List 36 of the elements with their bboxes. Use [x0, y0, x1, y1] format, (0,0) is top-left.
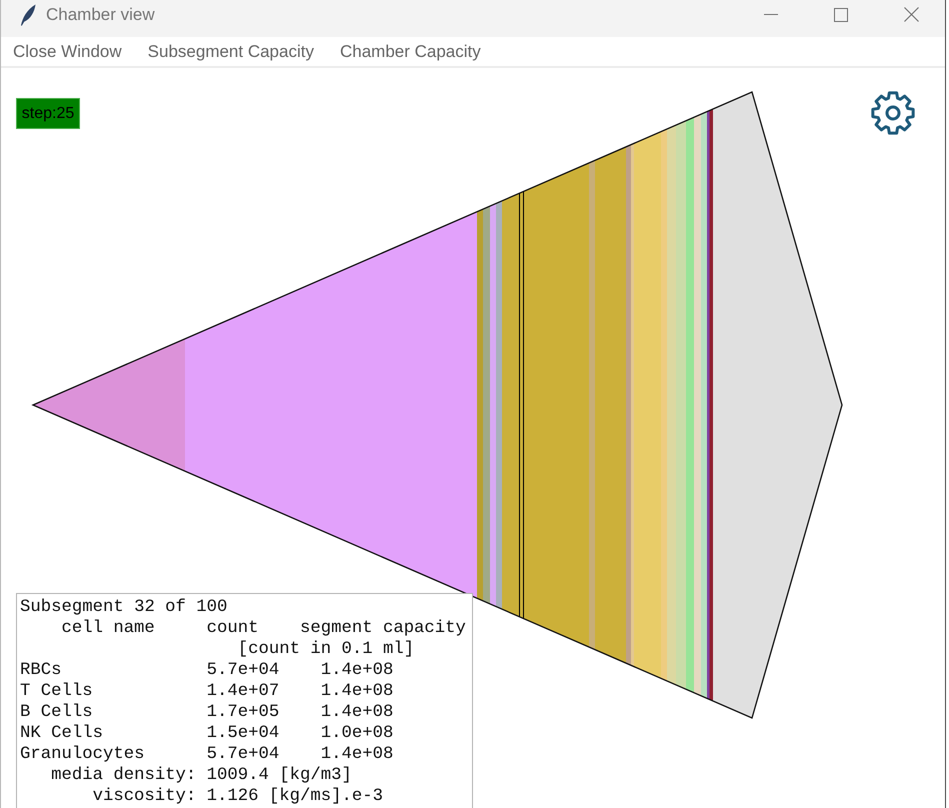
property-value: 1009.4 [kg/m3]	[206, 765, 352, 786]
cell-name: Granulocytes	[20, 744, 144, 765]
capacity-value: 1.0e+08	[320, 723, 394, 744]
window-title: Chamber view	[46, 4, 155, 24]
capacity-value: 1.4e+08	[320, 744, 394, 765]
menu-item[interactable]: Close Window	[3, 39, 132, 64]
count-value: 1.7e+05	[206, 702, 280, 723]
property-value: 1.126 [kg/ms].e-3	[206, 786, 383, 807]
count-value: 5.7e+04	[206, 660, 280, 681]
capacity-value: 1.4e+08	[320, 702, 394, 723]
cell-name: T Cells	[20, 681, 93, 702]
settings-icon[interactable]	[870, 90, 916, 136]
maximize-icon[interactable]	[834, 8, 848, 22]
property-label: media density:	[51, 765, 196, 786]
cell-name: B Cells	[20, 702, 93, 723]
minimize-icon[interactable]	[764, 14, 778, 15]
feather-icon	[20, 4, 36, 26]
menu-item[interactable]: Subsegment Capacity	[138, 39, 324, 64]
cell-name: RBCs	[20, 660, 62, 681]
capacity-value: 1.4e+08	[320, 660, 394, 681]
menu-item[interactable]: Chamber Capacity	[330, 39, 491, 64]
step-label: step:25	[16, 98, 80, 129]
column-header: count	[206, 618, 259, 639]
subsegment-title: Subsegment 32 of 100	[20, 597, 228, 618]
column-header: cell name	[61, 618, 155, 639]
close-icon[interactable]	[904, 7, 919, 22]
count-value: 5.7e+04	[206, 744, 280, 765]
property-label: viscosity:	[92, 786, 196, 807]
chamber-stripe[interactable]	[502, 193, 520, 617]
column-header: segment capacity	[300, 618, 466, 639]
unit-note: [count in 0.1 ml]	[238, 639, 414, 660]
count-value: 1.4e+07	[206, 681, 280, 702]
cell-name: NK Cells	[20, 723, 103, 744]
count-value: 1.5e+04	[206, 723, 280, 744]
chamber-stripe[interactable]	[33, 338, 185, 472]
capacity-value: 1.4e+08	[320, 681, 394, 702]
